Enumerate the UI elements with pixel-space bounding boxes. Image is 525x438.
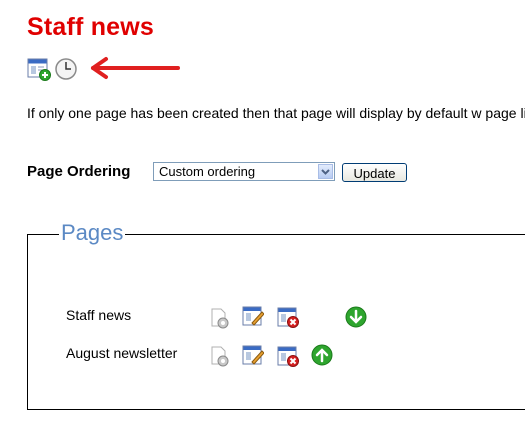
add-page-icon[interactable] [27, 57, 51, 81]
move-up-icon[interactable] [311, 344, 333, 366]
clock-icon[interactable] [54, 57, 78, 81]
red-arrow-icon [90, 56, 182, 85]
edit-icon[interactable] [242, 344, 265, 366]
update-button[interactable]: Update [342, 163, 407, 182]
pages-legend: Pages [59, 220, 126, 246]
edit-icon[interactable] [242, 305, 265, 327]
settings-icon[interactable] [209, 307, 231, 329]
move-down-icon[interactable] [345, 306, 367, 328]
intro-text: If only one page has been created then t… [27, 105, 525, 121]
delete-icon[interactable] [277, 306, 299, 328]
page-ordering-select[interactable]: Custom ordering [153, 162, 335, 181]
page-ordering-value: Custom ordering [159, 164, 256, 179]
settings-icon[interactable] [209, 345, 231, 367]
page-ordering-label: Page Ordering [27, 163, 131, 180]
page-title: Staff news [27, 13, 155, 41]
chevron-down-icon[interactable] [318, 164, 333, 179]
page-item-title[interactable]: August newsletter [66, 345, 177, 361]
page-item-title[interactable]: Staff news [66, 307, 131, 323]
delete-icon[interactable] [277, 345, 299, 367]
